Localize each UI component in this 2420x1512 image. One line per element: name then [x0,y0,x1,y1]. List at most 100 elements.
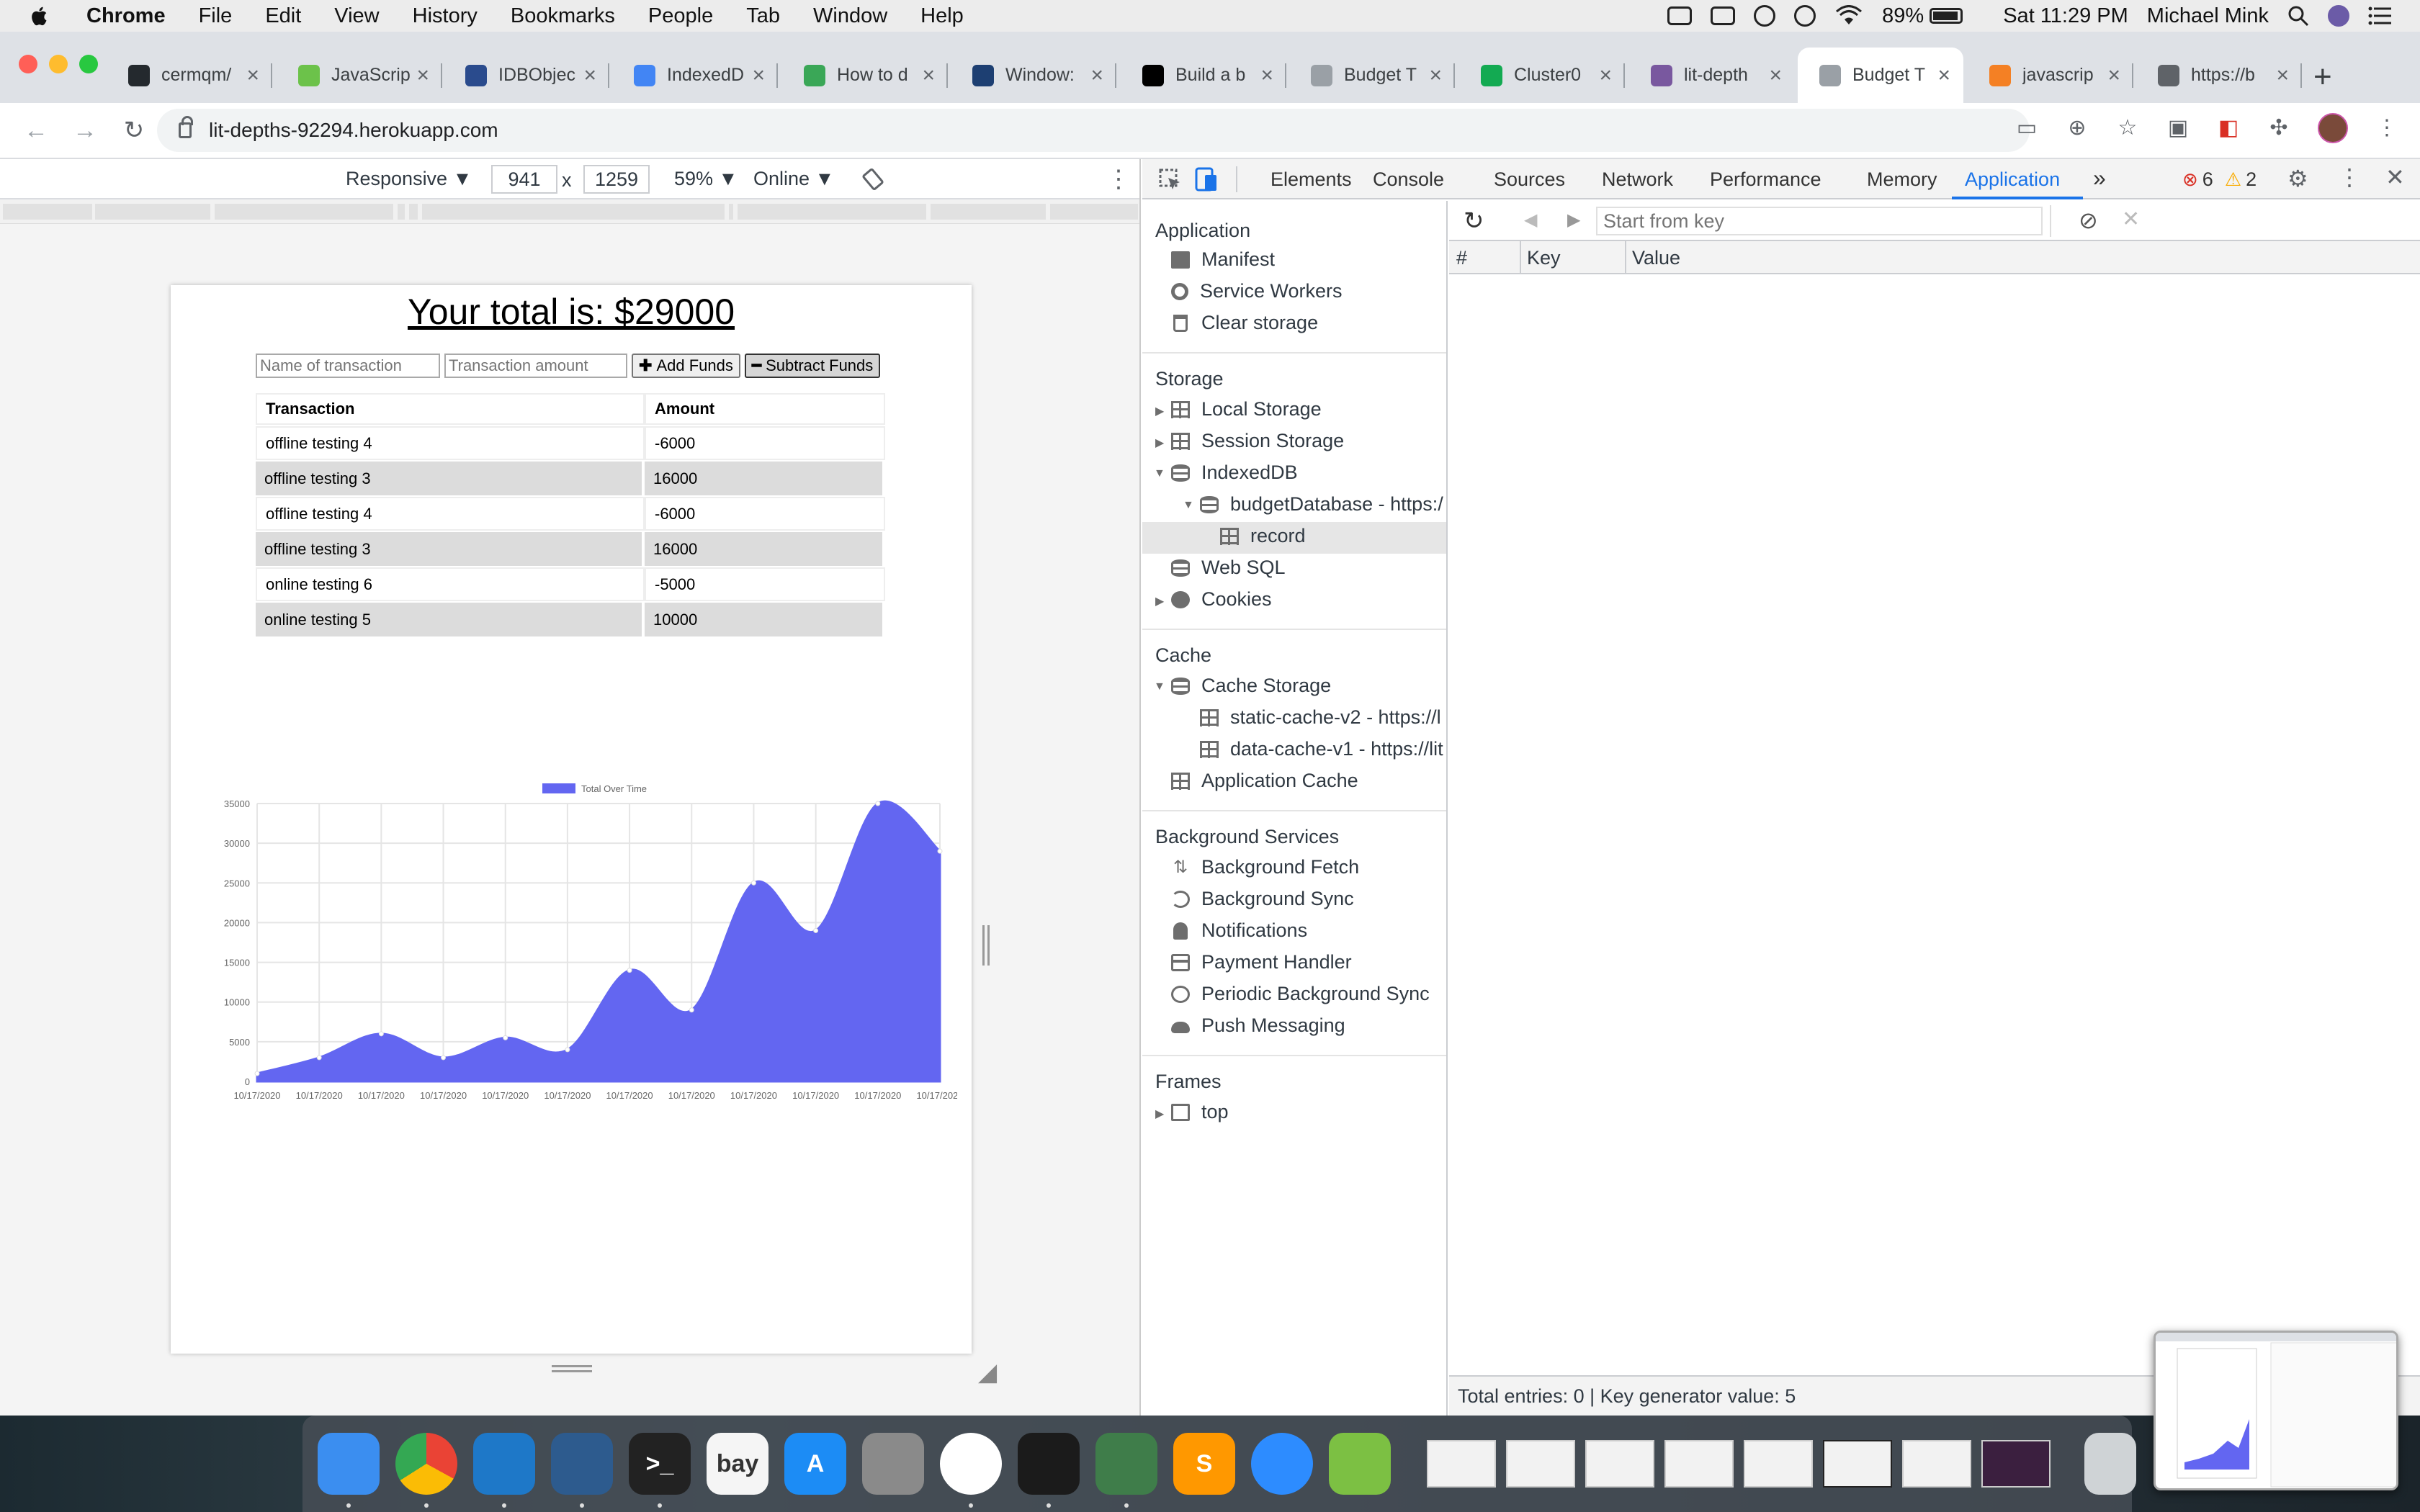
dock-minimized-window[interactable] [1427,1440,1496,1488]
trash-icon[interactable] [2084,1433,2136,1495]
viewport-width-drag-handle[interactable] [982,925,990,966]
close-tab-icon[interactable]: × [1769,63,1782,88]
sidebar-item-background-fetch[interactable]: ⇅ Background Fetch [1171,856,1359,878]
devtools-settings-icon[interactable]: ⚙ [2287,165,2308,192]
menu-edit[interactable]: Edit [265,4,301,28]
viewport-resize-corner[interactable]: ◢ [978,1358,997,1387]
close-tab-icon[interactable]: × [1429,63,1442,88]
close-tab-icon[interactable]: × [2276,63,2289,88]
sidebar-item-top-frame[interactable]: top [1171,1101,1229,1123]
column-header-value[interactable]: Value [1632,247,1680,269]
menu-tab[interactable]: Tab [746,4,780,28]
error-warning-counter[interactable]: ⊗ 6 ⚠ 2 [2182,168,2257,191]
device-mode-select[interactable]: Responsive ▼ [346,168,472,190]
menubar-user[interactable]: Michael Mink [2147,4,2269,28]
delete-selected-icon[interactable]: ✕ [2122,207,2140,232]
menu-window[interactable]: Window [813,4,887,28]
minimize-window-button[interactable] [49,55,68,73]
close-tab-icon[interactable]: × [1260,63,1273,88]
menu-view[interactable]: View [334,4,379,28]
sidebar-item-cookies[interactable]: Cookies [1171,588,1272,611]
menu-people[interactable]: People [648,4,713,28]
dock-minimized-window[interactable] [1506,1440,1575,1488]
network-throttle-select[interactable]: Online ▼ [753,168,834,190]
browser-tab[interactable]: javascrip × [1968,48,2133,103]
close-tab-icon[interactable]: × [922,63,935,88]
rotate-icon[interactable] [861,168,884,191]
tab-sources[interactable]: Sources [1494,168,1565,191]
dock-app-robo-3t-icon[interactable] [1095,1433,1157,1508]
dock-app-slack-icon[interactable] [940,1433,1002,1508]
battery-status[interactable]: 89% [1882,4,1963,28]
dock-minimized-window[interactable] [1664,1440,1734,1488]
bookmark-star-icon[interactable]: ☆ [2116,117,2139,140]
dock-app-ebay-icon[interactable]: bay [707,1433,768,1495]
expand-top-frame-icon[interactable]: ▶ [1155,1107,1164,1121]
sidebar-item-manifest[interactable]: Manifest [1171,248,1275,271]
zoom-window-button[interactable] [79,55,98,73]
zoom-plus-icon[interactable]: ⊕ [2066,117,2089,140]
more-tabs-button[interactable]: » [2093,165,2106,192]
browser-tab[interactable]: Window: × [951,48,1116,103]
dock-minimized-window[interactable] [1902,1440,1971,1488]
sidebar-item-notifications[interactable]: Notifications [1171,919,1307,942]
close-tab-icon[interactable]: × [583,63,596,88]
close-tab-icon[interactable]: × [2107,63,2120,88]
close-tab-icon[interactable]: × [752,63,765,88]
dock-app-mysql-workbench-icon[interactable] [551,1433,613,1508]
dock-app-app-store-icon[interactable]: A [784,1433,846,1495]
dock-app-chrome-icon[interactable] [395,1433,457,1508]
transaction-name-input[interactable] [256,354,440,378]
expand-session-storage-icon[interactable]: ▶ [1155,436,1164,450]
dock-minimized-window[interactable] [1585,1440,1654,1488]
menubar-clock[interactable]: Sat 11:29 PM [2003,4,2128,28]
new-tab-button[interactable]: + [2313,59,2332,95]
extension-badge-icon[interactable]: ◧ [2217,117,2240,140]
zoom-menubar-icon[interactable] [1667,6,1693,25]
sidebar-item-background-sync[interactable]: Background Sync [1171,888,1354,910]
transaction-amount-input[interactable] [444,354,627,378]
cast-icon[interactable]: ▭ [2015,117,2038,140]
browser-tab[interactable]: JavaScrip × [277,48,442,103]
viewport-width-input[interactable]: 941 [491,165,557,194]
expand-local-storage-icon[interactable]: ▶ [1155,404,1164,418]
dock-app-vs-code-icon[interactable] [473,1433,535,1508]
dock-app-finder-icon[interactable] [318,1433,380,1508]
browser-tab[interactable]: cermqm/ × [107,48,272,103]
sidebar-item-push-messaging[interactable]: Push Messaging [1171,1014,1345,1037]
browser-tab[interactable]: Budget T × [1798,48,1963,103]
add-funds-button[interactable]: ✚ Add Funds [632,354,740,378]
close-tab-icon[interactable]: × [1937,63,1950,88]
tab-performance[interactable]: Performance [1710,168,1821,191]
sidebar-item-record-store[interactable]: record [1220,525,1306,547]
tab-application[interactable]: Application [1965,168,2060,191]
sidebar-item-application-cache[interactable]: Application Cache [1171,770,1358,792]
sidebar-item-periodic-background-sync[interactable]: Periodic Background Sync [1171,983,1430,1005]
sidebar-item-data-cache[interactable]: data-cache-v1 - https://lit [1200,738,1443,760]
chrome-menu-icon[interactable]: ⋮ [2375,117,2398,140]
sidebar-item-static-cache[interactable]: static-cache-v2 - https://l [1200,706,1441,729]
viewport-height-input[interactable]: 1259 [583,165,650,194]
close-tab-icon[interactable]: × [1090,63,1103,88]
spotlight-search-icon[interactable] [2287,5,2309,27]
extensions-puzzle-icon[interactable]: ✣ [2267,117,2290,140]
siri-icon[interactable] [2328,5,2349,27]
dock-app-sublime-text-icon[interactable]: S [1173,1433,1235,1495]
close-tab-icon[interactable]: × [246,63,259,88]
inspect-element-icon[interactable] [1158,168,1183,192]
dock-app-system-preferences-icon[interactable] [862,1433,924,1495]
close-window-button[interactable] [19,55,37,73]
next-page-icon[interactable]: ▶ [1567,210,1580,230]
dock-minimized-window[interactable] [1744,1440,1813,1488]
start-from-key-input[interactable]: Start from key [1596,207,2043,235]
sidebar-item-payment-handler[interactable]: Payment Handler [1171,951,1352,973]
sidebar-item-cache-storage[interactable]: Cache Storage [1171,675,1331,697]
menu-file[interactable]: File [199,4,233,28]
media-query-ruler[interactable] [0,199,1139,224]
display-menubar-icon[interactable] [1711,6,1736,25]
device-toggle-icon[interactable] [1194,166,1219,192]
column-header-index[interactable]: # [1456,247,1467,269]
lock-icon[interactable] [179,116,193,138]
tab-network[interactable]: Network [1602,168,1673,191]
previous-page-icon[interactable]: ◀ [1524,210,1537,230]
